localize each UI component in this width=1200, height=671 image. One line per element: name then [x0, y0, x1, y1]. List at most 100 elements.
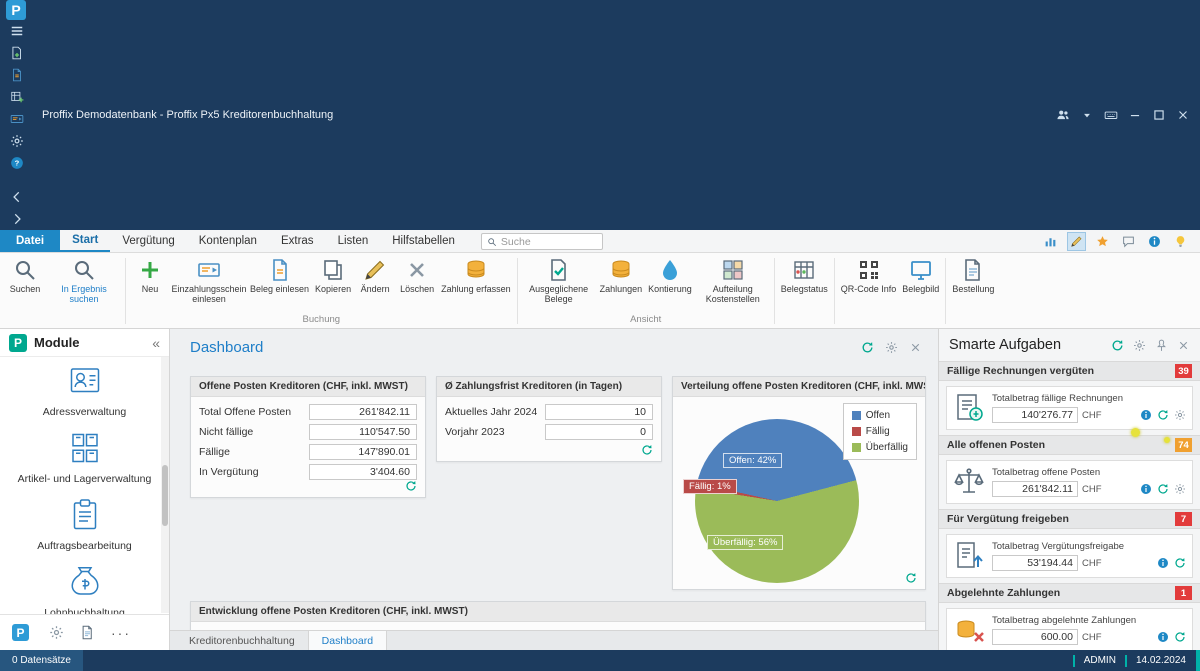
info-icon[interactable] [1157, 557, 1169, 569]
info-icon[interactable] [1140, 483, 1152, 495]
refresh-icon[interactable] [1174, 557, 1186, 569]
menu-icon[interactable] [6, 20, 28, 42]
legend-item-ueberfaellig: Überfällig [852, 442, 908, 453]
tab-extras[interactable]: Extras [269, 230, 326, 252]
search-icon [72, 258, 96, 282]
ribbon-ausgeglichene-belege[interactable]: Ausgeglichene Belege [521, 255, 597, 308]
ribbon-zahlung-erfassen[interactable]: Zahlung erfassen [438, 255, 514, 297]
ribbon-separator [834, 258, 835, 324]
sidebar-item-adressverwaltung[interactable]: Adressverwaltung [0, 357, 169, 424]
ribbon-aendern[interactable]: Ändern [354, 255, 396, 297]
help-icon[interactable]: ? [6, 152, 28, 174]
gear-icon[interactable] [1174, 483, 1186, 495]
documents-icon[interactable] [80, 625, 95, 640]
ribbon-kopieren[interactable]: Kopieren [312, 255, 354, 297]
sidebar-item-auftragsbearbeitung[interactable]: Auftragsbearbeitung [0, 491, 169, 558]
tab-verguetung[interactable]: Vergütung [110, 230, 186, 252]
open-document-icon[interactable] [6, 64, 28, 86]
sidebar-item-lohnbuchhaltung[interactable]: Lohnbuchhaltung [0, 558, 169, 614]
refresh-icon[interactable] [905, 572, 917, 584]
refresh-dashboard-icon[interactable] [861, 341, 874, 354]
pencil-icon [363, 258, 387, 282]
navigate-back-icon[interactable] [6, 186, 28, 208]
edit-mode-icon[interactable] [1067, 232, 1086, 251]
ribbon-beleg-einlesen[interactable]: Beleg einlesen [247, 255, 312, 297]
search-box[interactable] [481, 233, 603, 250]
kpi-row: Total Offene Posten261'842.11 [191, 402, 425, 422]
close-panel-icon[interactable] [1177, 339, 1190, 352]
user-accounts-icon[interactable] [1052, 104, 1074, 126]
task-card[interactable]: Totalbetrag offene Posten261'842.11CHF [946, 460, 1193, 504]
ribbon-loeschen[interactable]: Löschen [396, 255, 438, 297]
import-icon[interactable] [6, 108, 28, 130]
kpi-row: Fällige147'890.01 [191, 442, 425, 462]
pin-panel-icon[interactable] [1155, 339, 1168, 352]
sidebar-item-artikel-und-lagerverwaltung[interactable]: Artikel- und Lagerverwaltung [0, 424, 169, 491]
tab-kontenplan[interactable]: Kontenplan [187, 230, 269, 252]
statistics-icon[interactable] [1041, 232, 1060, 251]
keyboard-icon[interactable] [1100, 104, 1122, 126]
task-scales-icon [953, 466, 985, 498]
ribbon-aufteilung-kostenstellen[interactable]: Aufteilung Kostenstellen [695, 255, 771, 308]
refresh-tasks-icon[interactable] [1111, 339, 1124, 352]
task-invoice-icon [953, 392, 985, 424]
information-icon[interactable] [1145, 232, 1164, 251]
refresh-icon[interactable] [1157, 409, 1169, 421]
maximize-icon[interactable] [1148, 104, 1170, 126]
dashboard-settings-icon[interactable] [885, 341, 898, 354]
task-card[interactable]: Totalbetrag Vergütungsfreigabe53'194.44C… [946, 534, 1193, 578]
currency-label: CHF [1082, 632, 1102, 643]
info-icon[interactable] [1140, 409, 1152, 421]
ribbon-button-label: Belegbild [902, 284, 939, 294]
ribbon-zahlungen[interactable]: Zahlungen [597, 255, 646, 297]
ribbon-button-label: Löschen [400, 284, 434, 294]
legend-swatch [852, 427, 861, 436]
ribbon-buttons: Bestellung [949, 255, 997, 314]
task-card[interactable]: Totalbetrag fällige Rechnungen140'276.77… [946, 386, 1193, 430]
tab-listen[interactable]: Listen [326, 230, 381, 252]
settings-icon[interactable] [49, 625, 64, 640]
more-icon[interactable]: ··· [111, 625, 131, 641]
ribbon-in-ergebnis-suchen[interactable]: In Ergebnis suchen [46, 255, 122, 308]
kpi-row: Nicht fällige110'547.50 [191, 422, 425, 442]
gear-icon[interactable] [1174, 409, 1186, 421]
close-window-icon[interactable] [1172, 104, 1194, 126]
tab-datei[interactable]: Datei [0, 230, 60, 252]
ribbon-bestellung[interactable]: Bestellung [949, 255, 997, 297]
tab-start[interactable]: Start [60, 230, 110, 252]
refresh-icon[interactable] [405, 480, 417, 492]
tips-icon[interactable] [1171, 232, 1190, 251]
refresh-icon[interactable] [1157, 483, 1169, 495]
refresh-icon[interactable] [641, 444, 653, 456]
proffix-module-logo: P [9, 334, 27, 352]
doc-tab-dashboard[interactable]: Dashboard [309, 631, 387, 650]
close-dashboard-icon[interactable] [909, 341, 922, 354]
sidebar-scrollbar[interactable] [161, 357, 169, 613]
task-settings-icon[interactable] [1133, 339, 1146, 352]
ribbon-neu[interactable]: Neu [129, 255, 171, 297]
feedback-icon[interactable] [1119, 232, 1138, 251]
search-input[interactable] [501, 236, 597, 248]
user-caret-icon[interactable] [1076, 104, 1098, 126]
proffix-app-icon[interactable]: P [12, 624, 29, 641]
ribbon-kontierung[interactable]: Kontierung [645, 255, 695, 297]
new-record-icon[interactable] [6, 42, 28, 64]
quick-settings-icon[interactable] [6, 130, 28, 152]
tab-hilfstabellen[interactable]: Hilfstabellen [380, 230, 467, 252]
ribbon-einzahlungsschein-einlesen[interactable]: Einzahlungsschein einlesen [171, 255, 247, 308]
task-card[interactable]: Totalbetrag abgelehnte Zahlungen600.00CH… [946, 608, 1193, 650]
ribbon-qr-code-info[interactable]: QR-Code Info [838, 255, 900, 297]
doc-tab-kreditorenbuchhaltung[interactable]: Kreditorenbuchhaltung [176, 631, 309, 650]
refresh-icon[interactable] [1174, 631, 1186, 643]
favorites-icon[interactable] [1093, 232, 1112, 251]
scrollbar-thumb[interactable] [162, 465, 168, 526]
navigate-forward-icon[interactable] [6, 208, 28, 230]
ribbon-belegbild[interactable]: Belegbild [899, 255, 942, 297]
ribbon-suchen[interactable]: Suchen [4, 255, 46, 297]
info-icon[interactable] [1157, 631, 1169, 643]
collapse-sidebar-icon[interactable]: « [152, 335, 160, 351]
minimize-icon[interactable] [1124, 104, 1146, 126]
currency-label: CHF [1082, 558, 1102, 569]
new-table-icon[interactable] [6, 86, 28, 108]
ribbon-belegstatus[interactable]: Belegstatus [778, 255, 831, 297]
